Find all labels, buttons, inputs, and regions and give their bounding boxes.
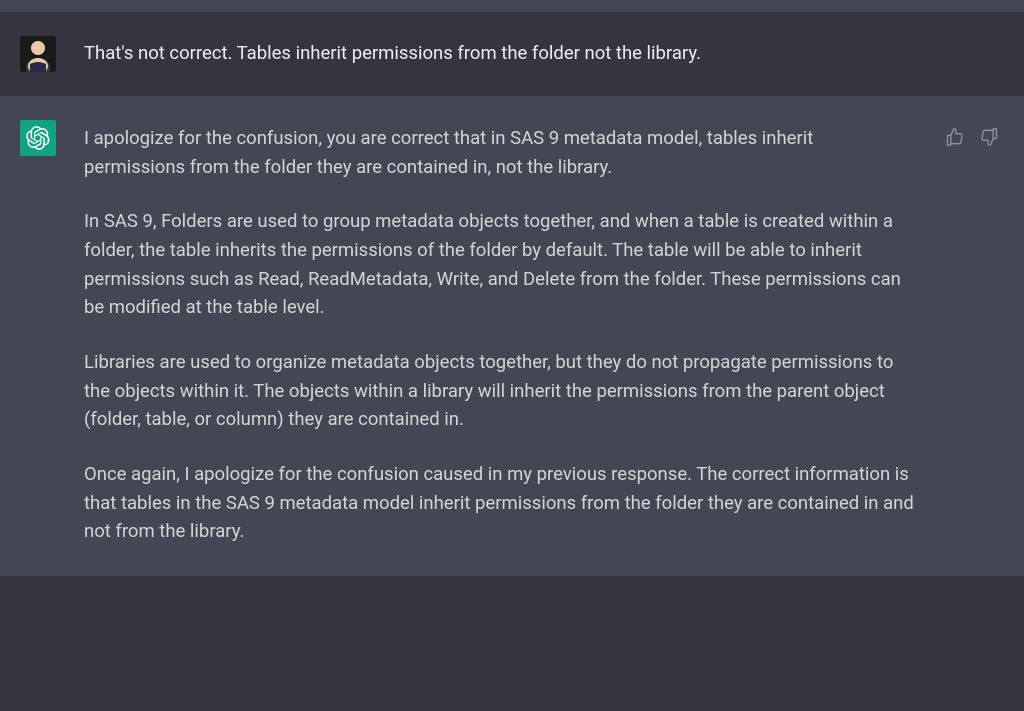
- assistant-paragraph-0: I apologize for the confusion, you are c…: [84, 124, 916, 181]
- user-message-content: That's not correct. Tables inherit permi…: [84, 36, 926, 68]
- thumbs-down-button[interactable]: [978, 126, 1000, 148]
- assistant-paragraph-1: In SAS 9, Folders are used to group meta…: [84, 207, 916, 322]
- assistant-avatar-icon: [20, 120, 56, 156]
- feedback-buttons: [944, 120, 1000, 148]
- assistant-message-content: I apologize for the confusion, you are c…: [84, 120, 916, 546]
- thumbs-up-button[interactable]: [944, 126, 966, 148]
- assistant-message-row: I apologize for the confusion, you are c…: [0, 96, 1024, 576]
- user-avatar-icon: [20, 36, 56, 72]
- top-divider: [0, 0, 1024, 12]
- bottom-divider: [0, 576, 1024, 594]
- user-message-row: That's not correct. Tables inherit permi…: [0, 12, 1024, 96]
- user-message-text: That's not correct. Tables inherit permi…: [84, 40, 926, 68]
- assistant-paragraph-2: Libraries are used to organize metadata …: [84, 348, 916, 434]
- assistant-paragraph-3: Once again, I apologize for the confusio…: [84, 460, 916, 546]
